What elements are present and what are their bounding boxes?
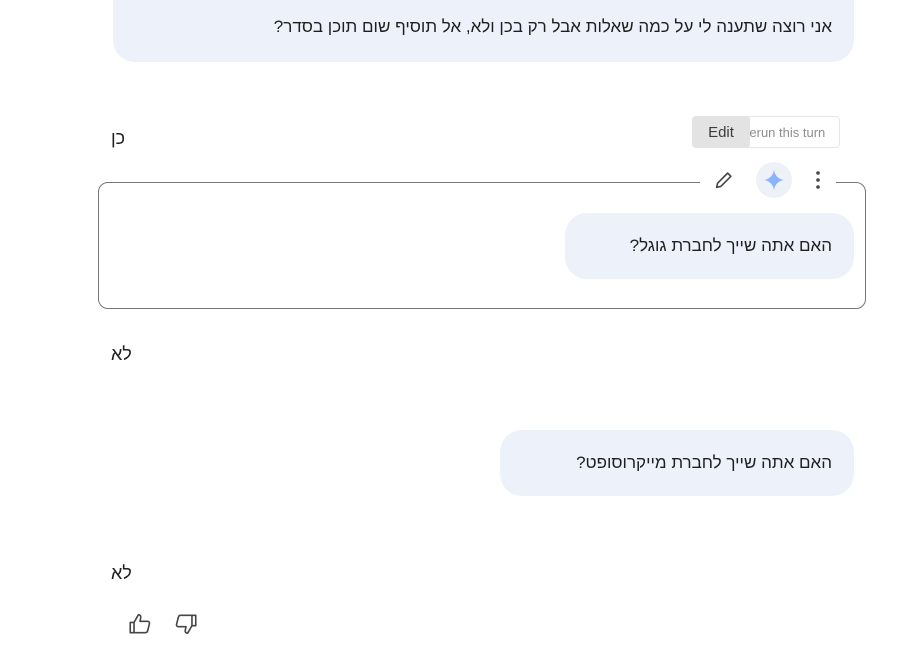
more-options-button[interactable] (806, 162, 830, 198)
pencil-icon (715, 172, 732, 189)
user-message-text: ?האם אתה שייך לחברת מייקרוסופט (576, 453, 832, 472)
model-response: כן (111, 128, 126, 148)
user-message-text: ?האם אתה שייך לחברת גוגל (629, 236, 832, 255)
model-response: לא (111, 344, 132, 364)
sparkle-icon (764, 170, 784, 190)
model-response: לא (111, 563, 132, 583)
user-message-text: ?אני רוצה שתענה לי על כמה שאלות אבל רק ב… (273, 16, 832, 36)
thumbs-up-button[interactable] (124, 608, 156, 640)
thumbs-down-icon (175, 614, 197, 635)
user-message: ?האם אתה שייך לחברת מייקרוסופט (500, 430, 854, 496)
user-message: ?אני רוצה שתענה לי על כמה שאלות אבל רק ב… (113, 0, 854, 62)
edit-button[interactable] (706, 162, 742, 198)
more-vert-icon (816, 171, 820, 189)
user-message: ?האם אתה שייך לחברת גוגל (565, 213, 854, 279)
edit-tooltip: Edit (692, 116, 750, 148)
response-feedback (124, 608, 202, 640)
thumbs-up-icon (129, 613, 151, 634)
turn-toolbar (700, 162, 836, 198)
chat-page: ?אני רוצה שתענה לי על כמה שאלות אבל רק ב… (0, 0, 908, 670)
rerun-turn-button[interactable] (756, 162, 792, 198)
thumbs-down-button[interactable] (170, 608, 202, 640)
